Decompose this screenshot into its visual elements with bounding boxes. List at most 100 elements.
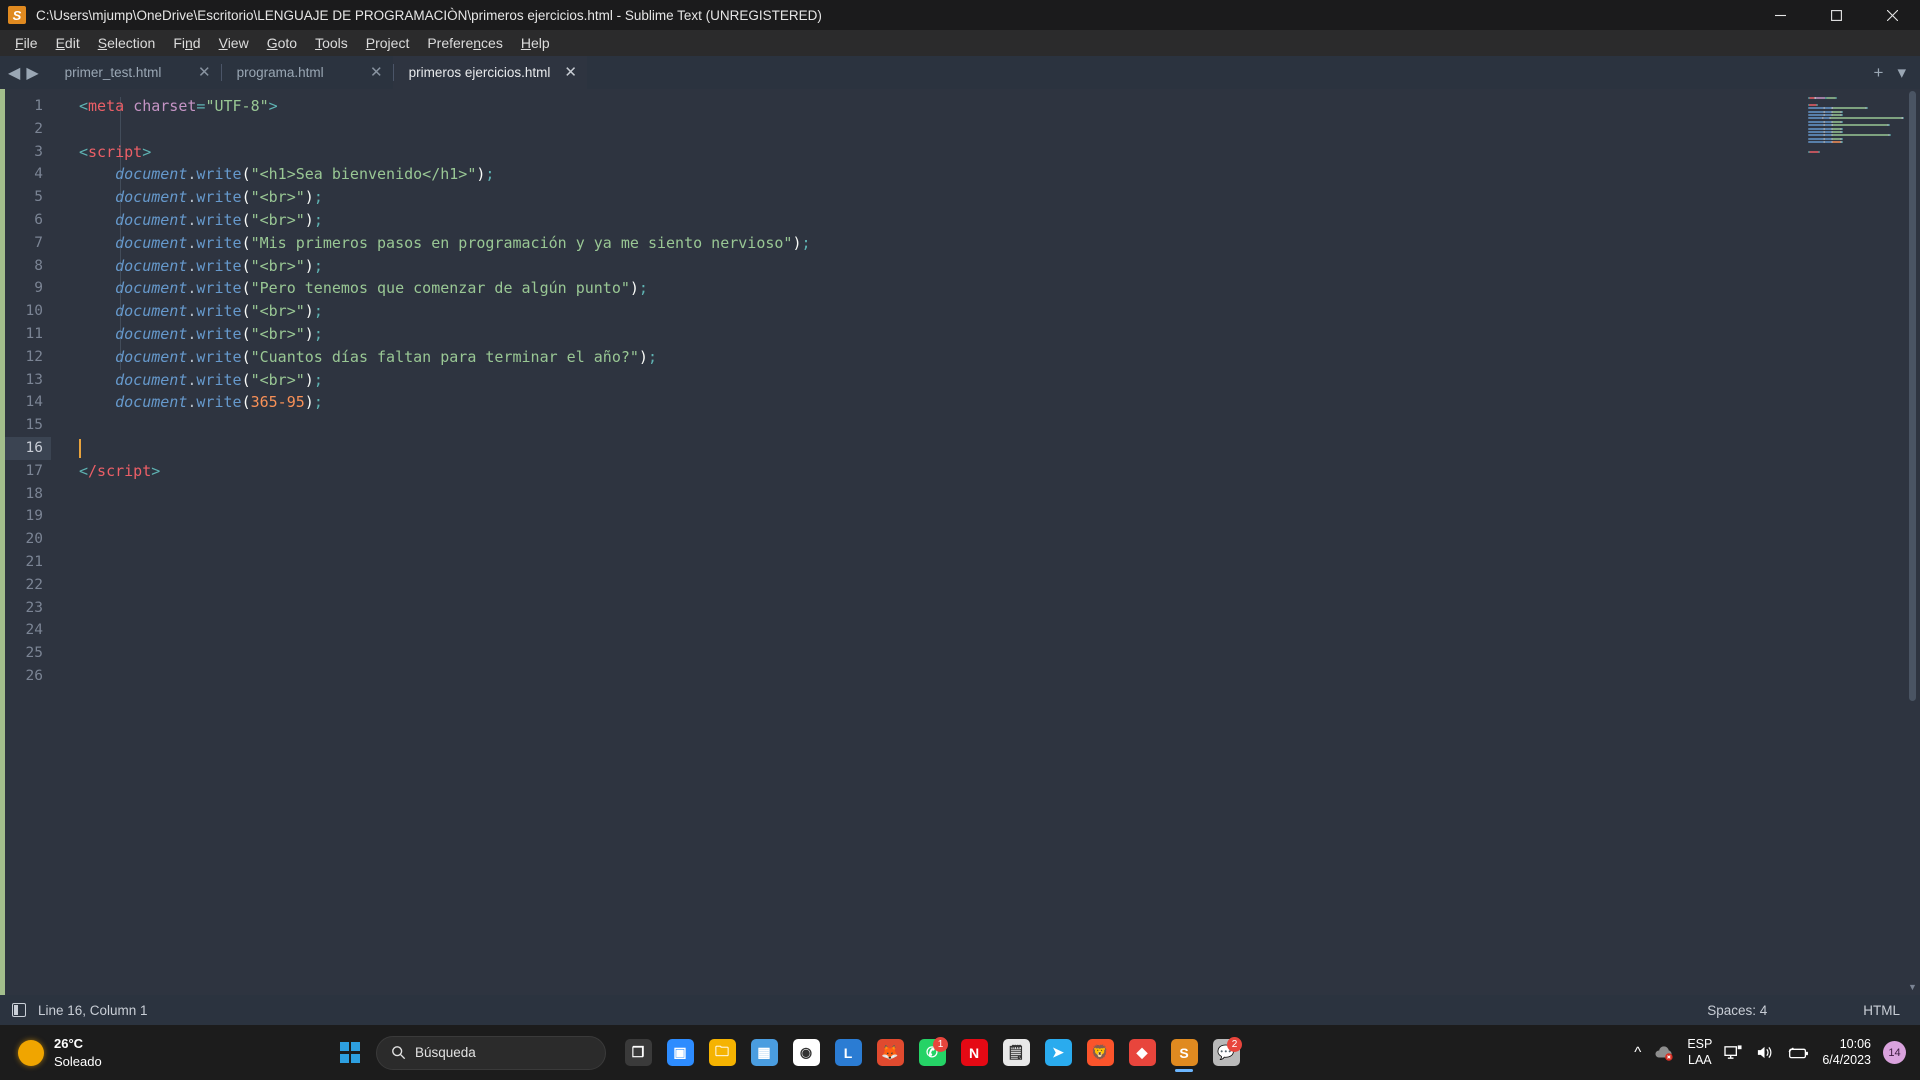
taskbar-notes-icon[interactable]: 🗒 [996, 1033, 1036, 1073]
taskbar-telegram-icon[interactable]: ➤ [1038, 1033, 1078, 1073]
code-line[interactable]: <script> [51, 141, 1920, 164]
sublime-text-glyph: S [1170, 1039, 1198, 1066]
taskbar-brave-icon[interactable]: 🦁 [1080, 1033, 1120, 1073]
tab-3[interactable]: primeros ejercicios.html ✕ [392, 56, 587, 89]
sidebar-toggle-icon[interactable] [12, 1003, 26, 1017]
code-token: < [79, 461, 89, 480]
tab-2[interactable]: programa.html ✕ [220, 56, 393, 89]
code-line[interactable]: document.write(365-95); [51, 391, 1920, 414]
taskbar-whatsapp-icon[interactable]: ✆ 1 [912, 1033, 952, 1073]
tab-prev-icon[interactable]: ◀ [8, 63, 20, 83]
menu-view[interactable]: View [210, 32, 258, 54]
code-line[interactable]: document.write("<br>"); [51, 300, 1920, 323]
language-indicator[interactable]: ESP LAA [1687, 1037, 1712, 1068]
code-line[interactable] [51, 483, 1920, 506]
taskbar-pdf-reader-icon[interactable]: ◆ [1122, 1033, 1162, 1073]
minimap-line [1808, 134, 1891, 137]
minimize-button[interactable] [1752, 0, 1808, 30]
menu-edit[interactable]: Edit [47, 32, 89, 54]
code-token: document [79, 210, 188, 229]
tab-1[interactable]: primer_test.html ✕ [48, 56, 221, 89]
taskbar-task-view-icon[interactable]: ❐ [618, 1033, 658, 1073]
tab-overflow-icon[interactable]: ▾ [1897, 63, 1906, 83]
network-icon[interactable] [1724, 1044, 1743, 1061]
vertical-scrollbar[interactable]: ▲ ▼ [1907, 89, 1918, 995]
sublime-logo-icon [8, 6, 26, 24]
code-line[interactable] [51, 118, 1920, 141]
onedrive-error-icon[interactable] [1653, 1045, 1675, 1061]
scroll-down-icon[interactable]: ▼ [1907, 981, 1918, 993]
code-line[interactable] [51, 574, 1920, 597]
code-token: write [196, 233, 242, 252]
taskbar-zoom-icon[interactable]: ▣ [660, 1033, 700, 1073]
windows-logo-icon [339, 1042, 361, 1063]
code-line[interactable]: document.write("<br>"); [51, 186, 1920, 209]
battery-icon[interactable] [1786, 1045, 1810, 1061]
indentation-setting[interactable]: Spaces: 4 [1707, 1003, 1767, 1018]
maximize-button[interactable] [1808, 0, 1864, 30]
weather-widget[interactable]: 26°C Soleado [0, 1035, 330, 1070]
code-line[interactable]: document.write("Pero tenemos que comenza… [51, 277, 1920, 300]
taskbar-netflix-icon[interactable]: N [954, 1033, 994, 1073]
code-token: document [79, 165, 188, 184]
code-token: write [196, 188, 242, 207]
tab-close-icon[interactable]: ✕ [198, 65, 211, 80]
code-line[interactable] [51, 665, 1920, 688]
volume-icon[interactable] [1755, 1044, 1774, 1061]
code-line[interactable]: document.write("Mis primeros pasos en pr… [51, 232, 1920, 255]
tab-close-icon[interactable]: ✕ [370, 65, 383, 80]
code-line[interactable]: document.write("<br>"); [51, 323, 1920, 346]
code-line[interactable] [51, 437, 1920, 460]
notification-badge[interactable]: 14 [1883, 1041, 1906, 1064]
taskbar-microsoft-store-icon[interactable]: ▦ [744, 1033, 784, 1073]
code-line[interactable] [51, 414, 1920, 437]
taskbar-sublime-text-icon[interactable]: S [1164, 1033, 1204, 1073]
tray-overflow-icon[interactable]: ^ [1634, 1044, 1641, 1061]
code-line[interactable]: document.write("<h1>Sea bienvenido</h1>"… [51, 163, 1920, 186]
code-line[interactable]: </script> [51, 460, 1920, 483]
code-token: ( [241, 210, 251, 229]
code-line[interactable] [51, 642, 1920, 665]
taskbar-file-explorer-icon[interactable]: 🗀 [702, 1033, 742, 1073]
start-button[interactable] [330, 1033, 370, 1073]
code-line[interactable]: document.write("<br>"); [51, 369, 1920, 392]
taskbar-firefox-icon[interactable]: 🦊 [870, 1033, 910, 1073]
menu-selection[interactable]: Selection [89, 32, 165, 54]
new-tab-icon[interactable]: + [1874, 63, 1884, 83]
minimap[interactable] [1808, 97, 1904, 154]
taskbar-google-chrome-icon[interactable]: ◉ [786, 1033, 826, 1073]
menu-help[interactable]: Help [512, 32, 559, 54]
menu-project[interactable]: Project [357, 32, 419, 54]
taskbar-libreoffice-icon[interactable]: L [828, 1033, 868, 1073]
code-line[interactable] [51, 505, 1920, 528]
close-button[interactable] [1864, 0, 1920, 30]
code-line[interactable]: document.write("Cuantos días faltan para… [51, 346, 1920, 369]
tab-next-icon[interactable]: ▶ [26, 63, 38, 83]
tab-close-icon[interactable]: ✕ [564, 65, 577, 80]
code-line[interactable] [51, 551, 1920, 574]
syntax-mode[interactable]: HTML [1863, 1003, 1900, 1018]
minimap-line [1808, 137, 1843, 140]
code-line[interactable] [51, 528, 1920, 551]
menu-find[interactable]: Find [164, 32, 209, 54]
code-line[interactable]: document.write("<br>"); [51, 255, 1920, 278]
code-token: ; [485, 165, 495, 184]
code-token: ; [801, 233, 811, 252]
menu-file[interactable]: File [6, 32, 47, 54]
menu-goto[interactable]: Goto [258, 32, 306, 54]
clock[interactable]: 10:06 6/4/2023 [1822, 1037, 1871, 1068]
code-line[interactable] [51, 619, 1920, 642]
search-box[interactable]: Búsqueda [376, 1035, 606, 1070]
line-number: 9 [34, 280, 43, 297]
code-line[interactable]: document.write("<br>"); [51, 209, 1920, 232]
code-line[interactable] [51, 597, 1920, 620]
code-line[interactable]: <meta charset="UTF-8"> [51, 95, 1920, 118]
menu-tools[interactable]: Tools [306, 32, 357, 54]
status-bar-right: Spaces: 4 HTML [1707, 1003, 1900, 1018]
taskbar-messenger-icon[interactable]: 💬 2 [1206, 1033, 1246, 1073]
tab-list: primer_test.html ✕ programa.html ✕ primeros … [48, 56, 587, 89]
menu-preferences[interactable]: Preferences [418, 32, 512, 54]
scrollbar-thumb[interactable] [1909, 91, 1916, 701]
code-content[interactable]: <meta charset="UTF-8"> <script> document.… [51, 89, 1920, 995]
